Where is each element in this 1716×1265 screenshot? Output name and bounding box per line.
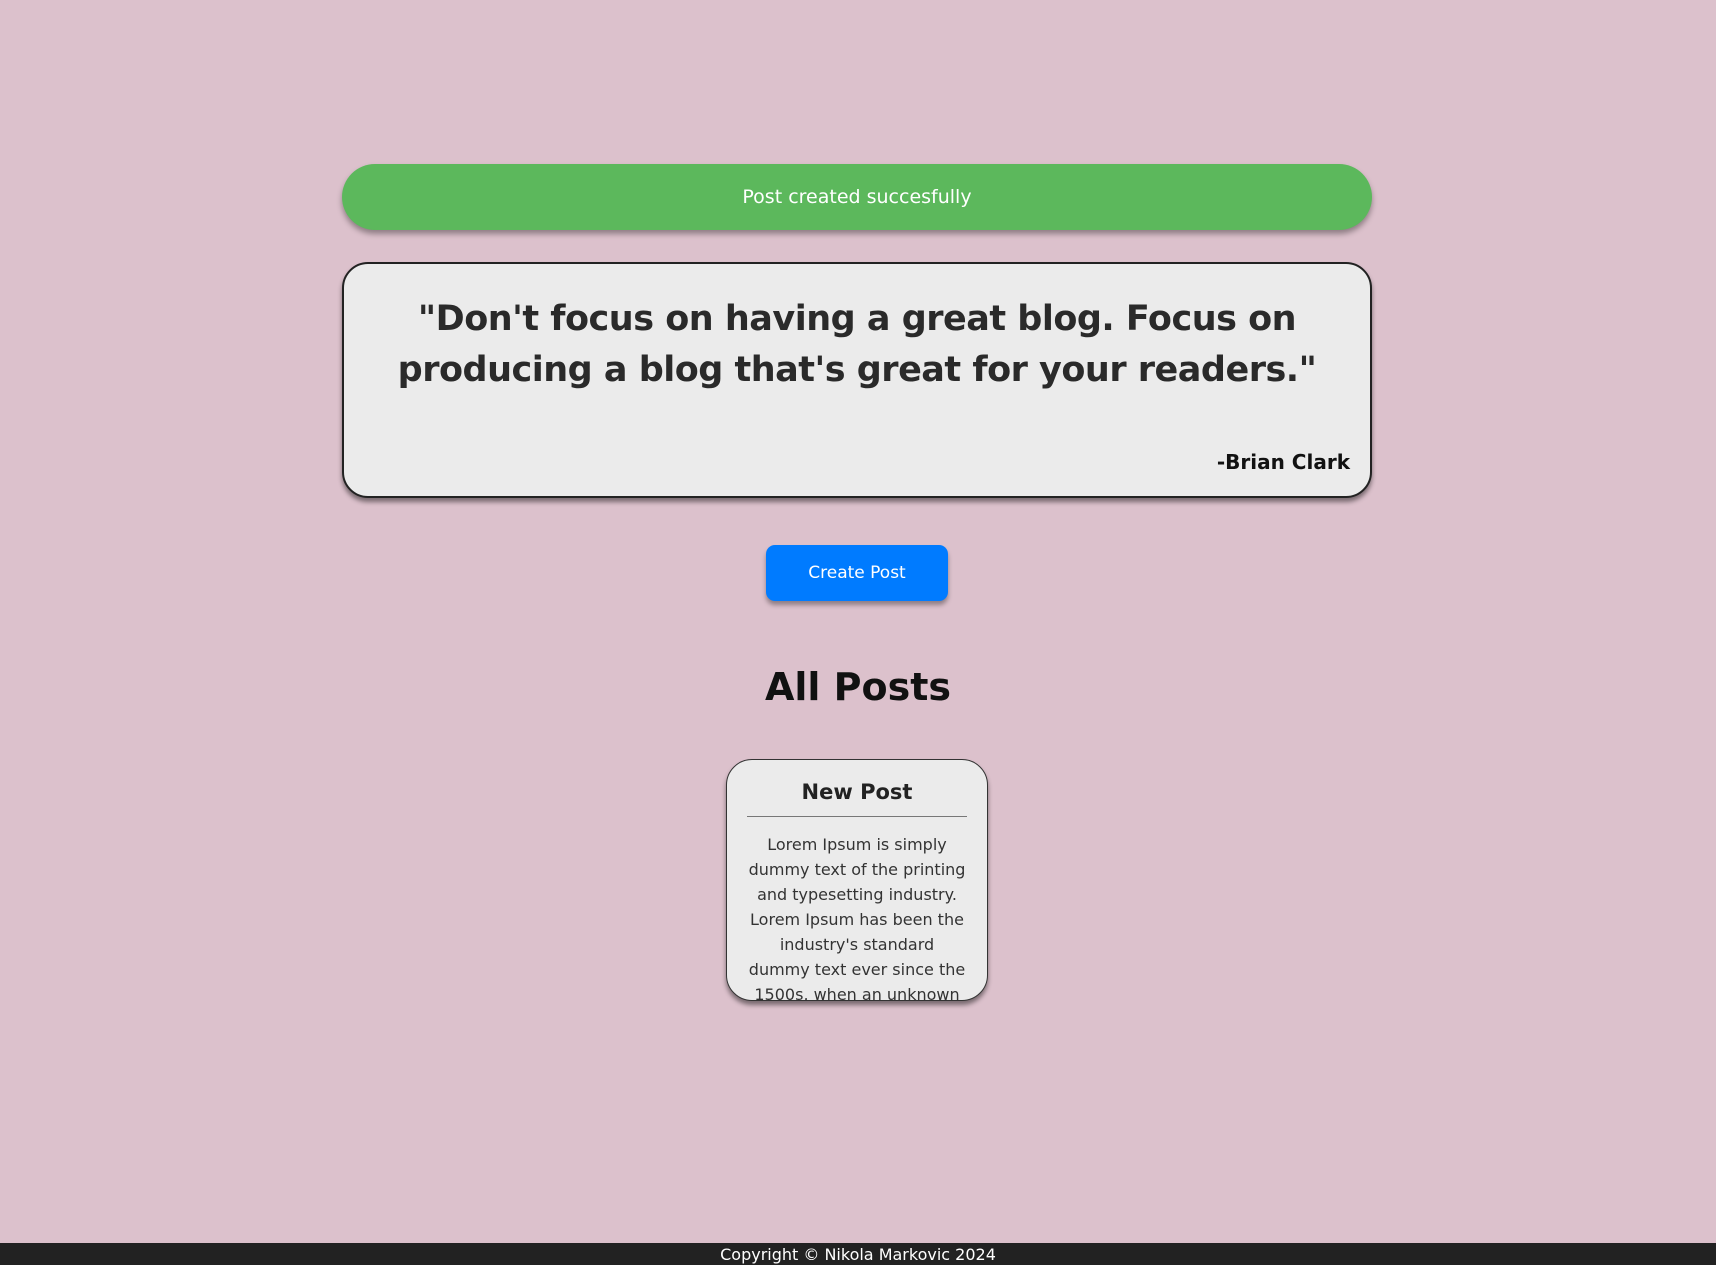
quote-author: -Brian Clark: [1216, 450, 1350, 474]
quote-card: "Don't focus on having a great blog. Foc…: [342, 262, 1372, 498]
footer: Copyright © Nikola Markovic 2024: [0, 1243, 1716, 1265]
create-post-button[interactable]: Create Post: [766, 545, 948, 601]
footer-copyright: Copyright © Nikola Markovic 2024: [720, 1244, 996, 1264]
post-card[interactable]: New Post Lorem Ipsum is simply dummy tex…: [726, 759, 988, 1001]
post-title: New Post: [801, 780, 913, 804]
quote-text: "Don't focus on having a great blog. Foc…: [397, 299, 1317, 390]
all-posts-heading: All Posts: [764, 665, 952, 709]
post-divider: [747, 816, 967, 817]
alert-message: Post created succesfully: [742, 186, 972, 208]
success-alert: Post created succesfully: [342, 164, 1372, 230]
post-body: Lorem Ipsum is simply dummy text of the …: [748, 835, 966, 1001]
